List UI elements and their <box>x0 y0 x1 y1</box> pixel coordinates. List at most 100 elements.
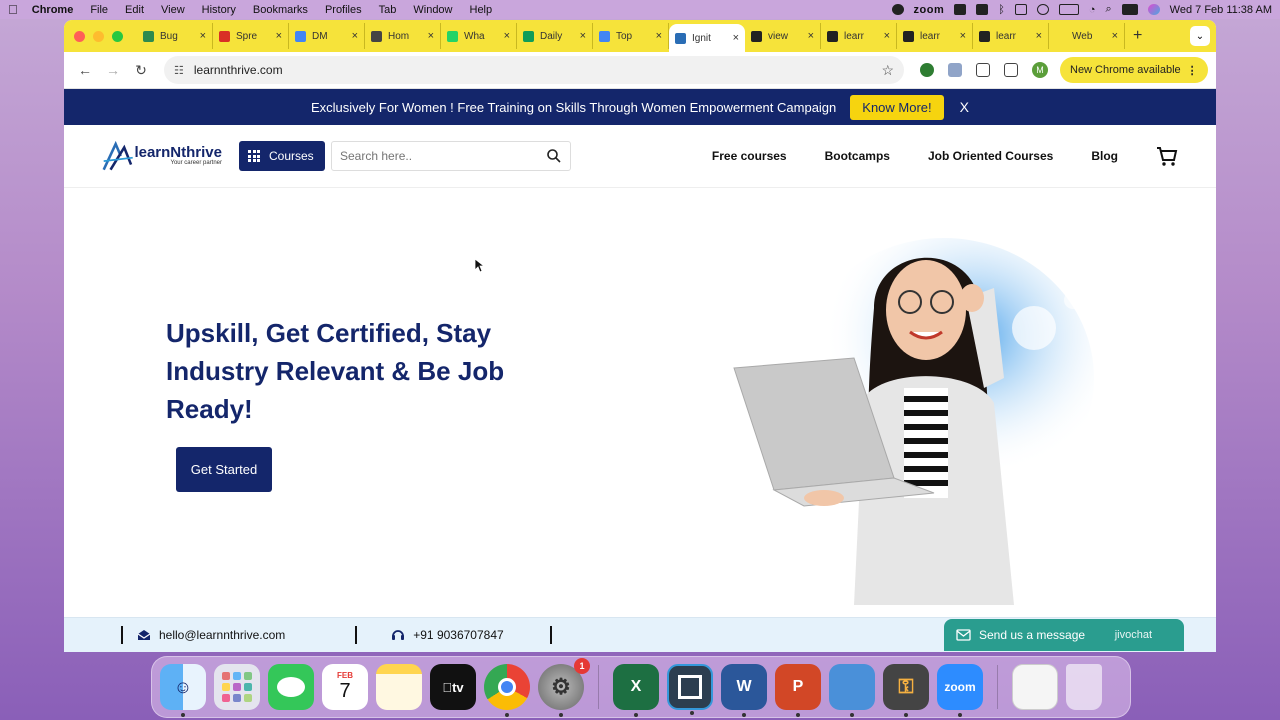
nav-bootcamps[interactable]: Bootcamps <box>825 149 890 163</box>
close-window-button[interactable] <box>74 30 85 42</box>
menu-history[interactable]: History <box>202 4 236 16</box>
chrome-icon[interactable] <box>484 664 530 717</box>
nav-job-oriented-courses[interactable]: Job Oriented Courses <box>928 149 1053 163</box>
new-chrome-available-button[interactable]: New Chrome available ⋮ <box>1060 57 1208 83</box>
minimize-window-button[interactable] <box>93 30 104 42</box>
trash-icon[interactable] <box>1066 664 1102 710</box>
tab-close-icon[interactable]: × <box>656 30 662 42</box>
puzzle-link-extension-icon[interactable] <box>948 63 962 77</box>
dropbox-icon[interactable] <box>976 4 989 15</box>
chat-widget[interactable]: Send us a message jivochat <box>944 619 1184 651</box>
cart-icon[interactable] <box>1156 145 1178 167</box>
text-icon[interactable] <box>954 4 967 15</box>
tab-close-icon[interactable]: × <box>1036 30 1042 42</box>
email-contact[interactable]: hello@learnnthrive.com <box>137 628 285 642</box>
archive-utility-icon[interactable] <box>829 664 875 717</box>
bookmark-star-icon[interactable]: ☆ <box>881 62 894 79</box>
menu-help[interactable]: Help <box>470 4 493 16</box>
profile-avatar[interactable]: M <box>1032 62 1048 78</box>
browser-tab[interactable]: learr × <box>973 23 1049 49</box>
phone-number[interactable]: +91 9036707847 <box>413 628 503 642</box>
screen-app-icon[interactable] <box>667 664 713 715</box>
record-icon[interactable] <box>891 4 904 15</box>
tab-close-icon[interactable]: × <box>504 30 510 42</box>
browser-tab[interactable]: Spre × <box>213 23 289 49</box>
menu-app-name[interactable]: Chrome <box>32 4 74 16</box>
search-icon[interactable] <box>546 148 562 164</box>
sidepanel-icon[interactable] <box>1004 63 1018 77</box>
zoom-status-label[interactable]: zoom <box>914 4 945 16</box>
menu-window[interactable]: Window <box>413 4 452 16</box>
menu-profiles[interactable]: Profiles <box>325 4 362 16</box>
finder-icon[interactable]: ☺ <box>160 664 206 717</box>
tab-close-icon[interactable]: × <box>808 30 814 42</box>
tab-search-chevron-icon[interactable]: ⌄ <box>1190 26 1210 46</box>
siri-icon[interactable] <box>1147 4 1160 15</box>
forward-arrow-icon[interactable]: → <box>100 62 126 78</box>
menu-view[interactable]: View <box>161 4 185 16</box>
email-address[interactable]: hello@learnnthrive.com <box>159 628 285 642</box>
reload-icon[interactable]: ↻ <box>128 62 154 79</box>
zoom-app-icon[interactable]: zoom <box>937 664 983 717</box>
tab-close-icon[interactable]: × <box>960 30 966 42</box>
browser-tab[interactable]: Ignit × <box>669 24 745 52</box>
bluetooth-icon[interactable]: ᛒ <box>998 4 1005 16</box>
tab-close-icon[interactable]: × <box>352 30 358 42</box>
clock[interactable]: Wed 7 Feb 11:38 AM <box>1170 4 1272 16</box>
kebab-menu-icon[interactable]: ⋮ <box>1187 64 1198 77</box>
menu-bookmarks[interactable]: Bookmarks <box>253 4 308 16</box>
browser-tab[interactable]: Daily × <box>517 23 593 49</box>
control-center-icon[interactable] <box>1121 4 1138 15</box>
browser-tab[interactable]: learr × <box>821 23 897 49</box>
search-input[interactable] <box>340 149 546 163</box>
browser-tab[interactable]: learr × <box>897 23 973 49</box>
zoom-window-button[interactable] <box>112 30 123 42</box>
apple-icon[interactable]:  <box>8 2 18 17</box>
menu-tab[interactable]: Tab <box>379 4 397 16</box>
address-bar[interactable]: ☷ learnnthrive.com ☆ <box>164 56 904 84</box>
new-tab-button[interactable]: + <box>1133 27 1142 45</box>
get-started-button[interactable]: Get Started <box>176 447 272 492</box>
tab-close-icon[interactable]: × <box>580 30 586 42</box>
excel-icon[interactable]: X <box>613 664 659 717</box>
phone-contact[interactable]: +91 9036707847 <box>391 628 504 642</box>
tab-close-icon[interactable]: × <box>276 30 282 42</box>
menu-edit[interactable]: Edit <box>125 4 144 16</box>
battery-icon[interactable] <box>1058 4 1079 15</box>
notes-icon[interactable] <box>376 664 422 710</box>
courses-button[interactable]: Courses <box>239 141 325 171</box>
nav-free-courses[interactable]: Free courses <box>712 149 787 163</box>
spotlight-icon[interactable]: ⌕ <box>1106 3 1112 16</box>
promo-close-button[interactable]: X <box>960 99 969 115</box>
tab-close-icon[interactable]: × <box>733 32 739 44</box>
apple-tv-icon[interactable]: tv <box>430 664 476 710</box>
browser-tab[interactable]: Wha × <box>441 23 517 49</box>
tab-close-icon[interactable]: × <box>200 30 206 42</box>
chat-label[interactable]: Send us a message <box>979 628 1085 642</box>
grammarly-extension-icon[interactable] <box>920 63 934 77</box>
browser-tab[interactable]: Web × <box>1049 23 1125 49</box>
site-logo[interactable]: learnNthrive Your career partner <box>102 136 222 176</box>
system-settings-icon[interactable]: ⚙ 1 <box>538 658 590 717</box>
menu-file[interactable]: File <box>90 4 108 16</box>
keychain-icon[interactable]: ⚿ <box>883 664 929 717</box>
screen-mirror-icon[interactable] <box>1014 4 1027 15</box>
browser-tab[interactable]: Hom × <box>365 23 441 49</box>
extensions-icon[interactable] <box>976 63 990 77</box>
messages-icon[interactable] <box>268 664 314 710</box>
launchpad-icon[interactable] <box>214 664 260 710</box>
url-text[interactable]: learnnthrive.com <box>194 63 283 77</box>
powerpoint-icon[interactable]: P <box>775 664 821 717</box>
tab-close-icon[interactable]: × <box>884 30 890 42</box>
browser-tab[interactable]: Top × <box>593 23 669 49</box>
browser-tab[interactable]: view × <box>745 23 821 49</box>
word-icon[interactable]: W <box>721 664 767 717</box>
know-more-button[interactable]: Know More! <box>850 94 944 120</box>
browser-tab[interactable]: DM × <box>289 23 365 49</box>
browser-tab[interactable]: Bug × <box>137 23 213 49</box>
wifi-icon[interactable]: ◔ <box>1089 4 1096 16</box>
calendar-icon[interactable]: FEB 7 <box>322 664 368 710</box>
site-info-icon[interactable]: ☷ <box>174 64 184 77</box>
tab-close-icon[interactable]: × <box>428 30 434 42</box>
preview-document-icon[interactable] <box>1012 664 1058 710</box>
